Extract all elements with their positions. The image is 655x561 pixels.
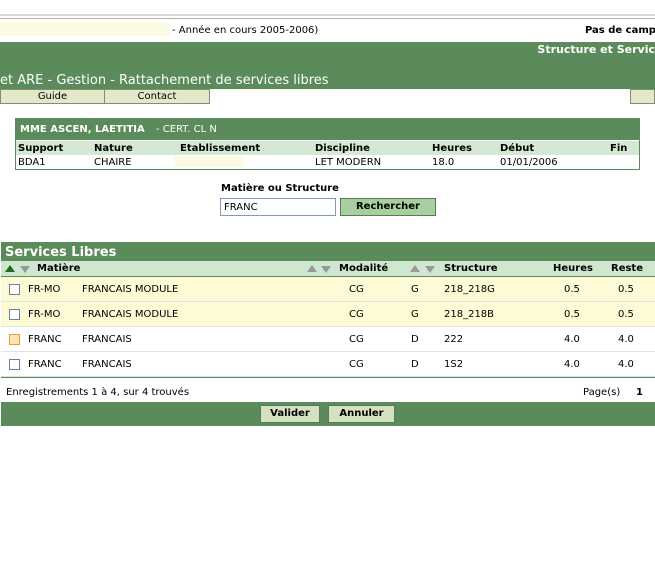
etablissement-highlight [174, 156, 244, 167]
section-title: Structure et Servic [537, 43, 655, 56]
row-type: G [411, 309, 419, 320]
col-matiere: Matière [37, 263, 81, 274]
col-discipline: Discipline [315, 143, 370, 154]
menu-guide-button[interactable]: Guide [0, 89, 105, 104]
row-structure: 218_218B [444, 309, 495, 320]
row-code: FRANC [28, 334, 62, 345]
page-number-link[interactable]: 1 [636, 387, 643, 398]
row-modalite: CG [349, 284, 364, 295]
val-heures: 18.0 [432, 157, 455, 168]
row-modalite: CG [349, 359, 364, 370]
campaign-status-text: Pas de camp [585, 25, 655, 36]
sort-asc-modalite-icon[interactable] [307, 265, 317, 272]
val-nature: CHAIRE [94, 157, 132, 168]
sort-asc-structure-icon[interactable] [410, 265, 420, 272]
sort-desc-matiere-icon[interactable] [20, 266, 30, 273]
row-type: D [411, 334, 419, 345]
row-label: FRANCAIS MODULE [82, 309, 179, 320]
col-nature: Nature [94, 143, 133, 154]
validate-button[interactable]: Valider [260, 405, 320, 423]
row-code: FR-MO [28, 284, 61, 295]
row-type: D [411, 359, 419, 370]
row-checkbox[interactable] [9, 309, 20, 320]
search-label: Matière ou Structure [221, 183, 339, 194]
row-label: FRANCAIS MODULE [82, 284, 179, 295]
col-debut: Début [500, 143, 535, 154]
val-debut: 01/01/2006 [500, 157, 558, 168]
search-input[interactable] [220, 198, 336, 216]
row-heures: 0.5 [564, 284, 580, 295]
row-checkbox[interactable] [9, 359, 20, 370]
top-divider [0, 14, 655, 16]
services-title: Services Libres [5, 245, 117, 260]
row-structure: 218_218G [444, 284, 495, 295]
val-discipline: LET MODERN [315, 157, 382, 168]
school-year-text: - Année en cours 2005-2006) [172, 25, 319, 36]
col-heures-service: Heures [553, 263, 593, 274]
row-heures: 4.0 [564, 334, 580, 345]
row-modalite: CG [349, 309, 364, 320]
row-label: FRANCAIS [82, 359, 132, 370]
row-heures: 4.0 [564, 359, 580, 370]
user-name-highlight [0, 22, 170, 36]
row-reste: 4.0 [618, 359, 634, 370]
records-count-text: Enregistrements 1 à 4, sur 4 trouvés [6, 387, 190, 398]
row-label: FRANCAIS [82, 334, 132, 345]
row-code: FRANC [28, 359, 62, 370]
col-structure: Structure [444, 263, 498, 274]
row-type: G [411, 284, 419, 295]
teacher-grade: - CERT. CL N [156, 124, 217, 135]
menu-contact-button[interactable]: Contact [104, 89, 210, 104]
val-support: BDA1 [18, 157, 46, 168]
col-fin: Fin [610, 143, 628, 154]
col-support: Support [18, 143, 64, 154]
row-reste: 4.0 [618, 334, 634, 345]
col-heures: Heures [432, 143, 472, 154]
top-divider-thin [0, 18, 655, 19]
row-structure: 1S2 [444, 359, 464, 370]
menu-extra-button[interactable] [630, 89, 655, 104]
cancel-button[interactable]: Annuler [328, 405, 395, 423]
pages-label: Page(s) [583, 387, 621, 398]
col-reste: Reste [611, 263, 643, 274]
search-button[interactable]: Rechercher [340, 198, 436, 216]
row-heures: 0.5 [564, 309, 580, 320]
sort-asc-matiere-icon[interactable] [5, 265, 15, 272]
row-modalite: CG [349, 334, 364, 345]
col-etablissement: Etablissement [180, 143, 261, 154]
page-title: et ARE - Gestion - Rattachement de servi… [0, 73, 329, 88]
sort-desc-structure-icon[interactable] [425, 266, 435, 273]
row-structure: 222 [444, 334, 464, 345]
col-modalite: Modalité [339, 263, 389, 274]
sort-desc-modalite-icon[interactable] [321, 266, 331, 273]
row-reste: 0.5 [618, 309, 634, 320]
teacher-name: MME ASCEN, LAETITIA [20, 124, 145, 135]
row-checkbox[interactable] [9, 284, 20, 295]
row-checkbox[interactable] [9, 334, 20, 345]
row-reste: 0.5 [618, 284, 634, 295]
row-code: FR-MO [28, 309, 61, 320]
